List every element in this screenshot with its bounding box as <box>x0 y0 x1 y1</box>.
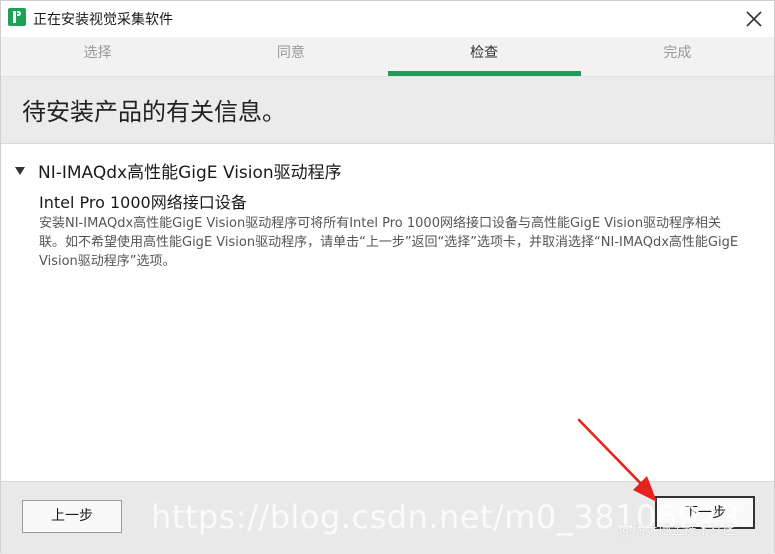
review-content: NI-IMAQdx高性能GigE Vision驱动程序 Intel Pro 10… <box>1 144 774 481</box>
tab-agree[interactable]: 同意 <box>194 37 387 76</box>
footer-bar: 上一步 下一步 <box>1 481 774 554</box>
page-header: 待安装产品的有关信息。 <box>1 77 774 144</box>
window-title: 正在安装视觉采集软件 <box>33 12 173 28</box>
tab-review[interactable]: 检查 <box>387 37 582 76</box>
app-logo-icon <box>8 8 26 26</box>
installer-window: 正在安装视觉采集软件 选择 同意 检查 完成 待安装产品的有关信息。 NI-IM… <box>0 0 775 554</box>
tab-finish[interactable]: 完成 <box>581 37 774 76</box>
next-button[interactable]: 下一步 <box>655 496 755 529</box>
page-title: 待安装产品的有关信息。 <box>22 98 286 126</box>
step-tabs: 选择 同意 检查 完成 <box>1 37 774 77</box>
collapse-triangle-icon[interactable] <box>15 167 25 175</box>
previous-button[interactable]: 上一步 <box>22 500 122 533</box>
tab-select[interactable]: 选择 <box>1 37 194 76</box>
title-bar: 正在安装视觉采集软件 <box>1 1 774 37</box>
close-icon <box>746 11 762 27</box>
product-name: NI-IMAQdx高性能GigE Vision驱动程序 <box>38 163 342 183</box>
product-description: 安装NI-IMAQdx高性能GigE Vision驱动程序可将所有Intel P… <box>39 216 739 269</box>
device-name: Intel Pro 1000网络接口设备 <box>39 193 247 212</box>
close-button[interactable] <box>740 5 768 33</box>
